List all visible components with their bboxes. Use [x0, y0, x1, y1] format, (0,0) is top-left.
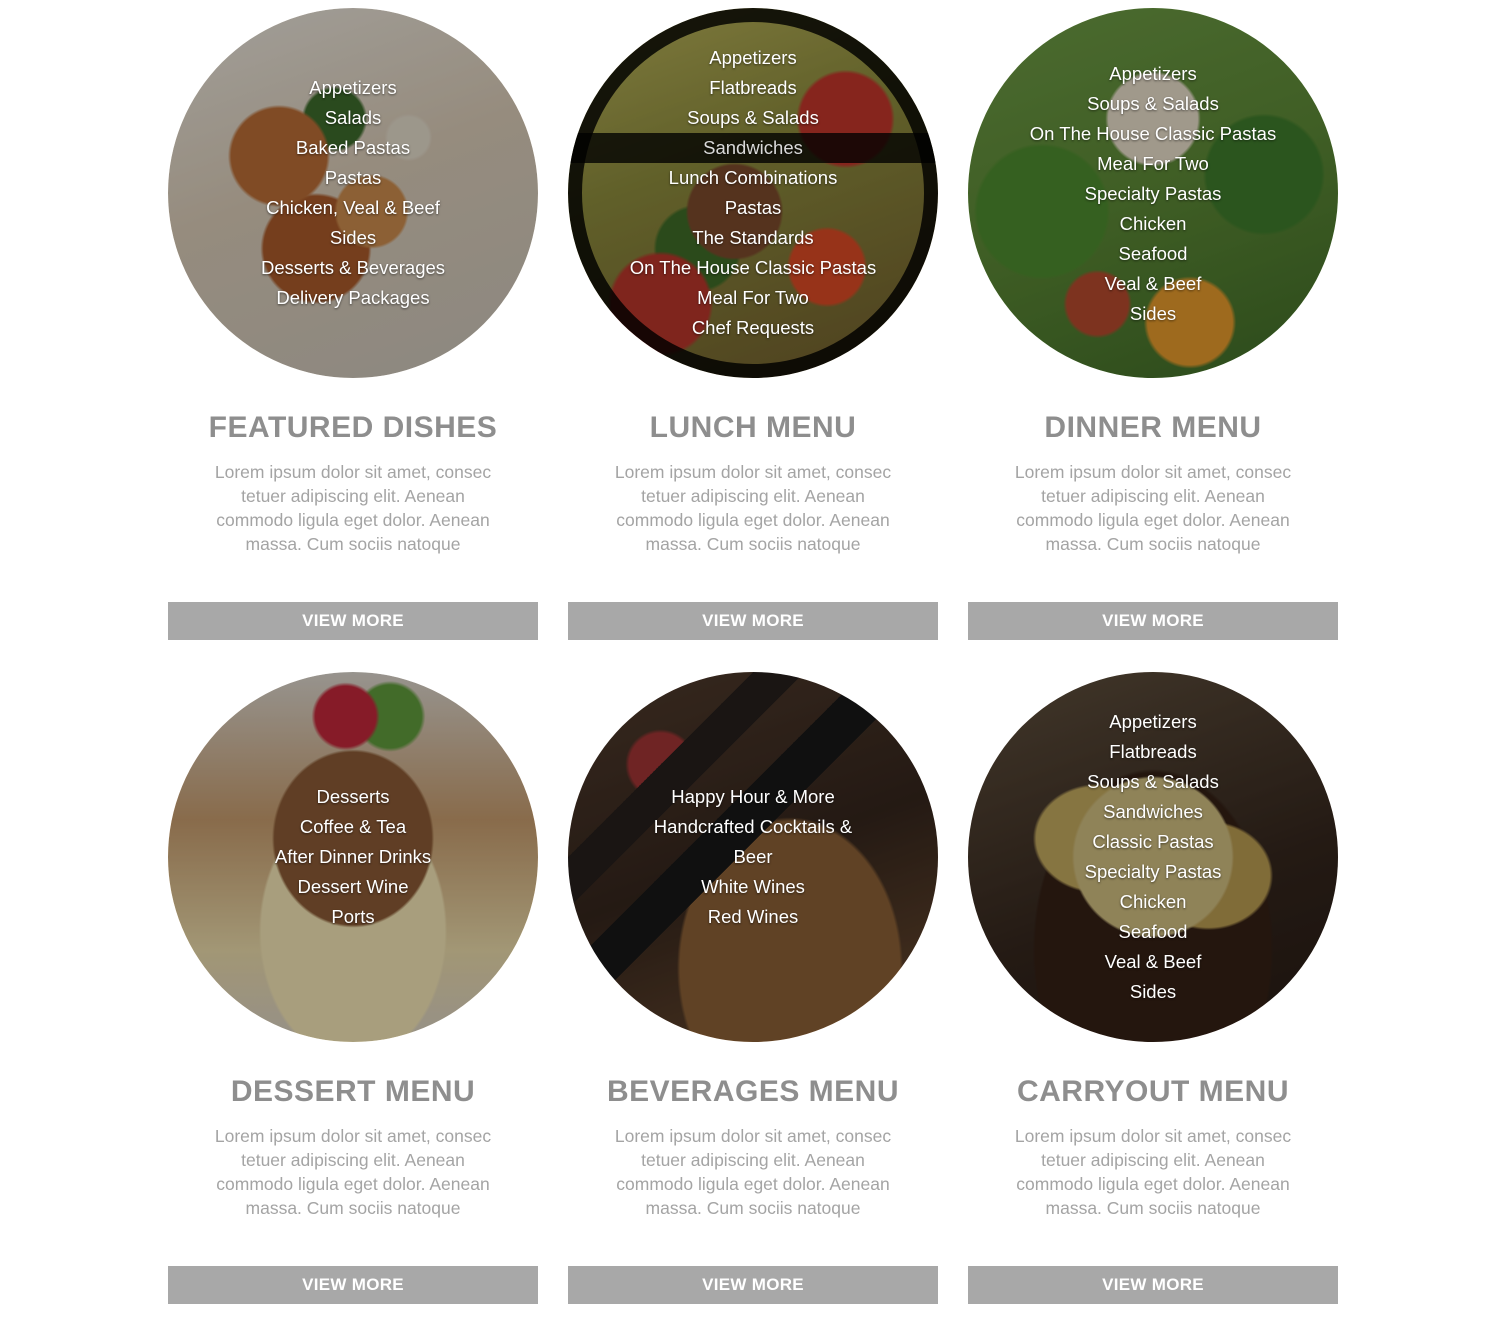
card-title: BEVERAGES MENU	[606, 1075, 900, 1108]
menu-item-flatbreads[interactable]: Flatbreads	[568, 73, 938, 103]
lunch-menu-image: Appetizers Flatbreads Soups & Salads San…	[568, 8, 938, 378]
card-description: Lorem ipsum dolor sit amet, consec tetue…	[1014, 1126, 1292, 1218]
menu-item-seafood[interactable]: Seafood	[968, 917, 1338, 947]
menu-item-appetizers[interactable]: Appetizers	[168, 73, 538, 103]
card-description: Lorem ipsum dolor sit amet, consec tetue…	[614, 462, 892, 554]
view-more-button[interactable]: VIEW MORE	[168, 602, 538, 640]
menu-item-appetizers[interactable]: Appetizers	[968, 59, 1338, 89]
menu-item-sides[interactable]: Sides	[168, 223, 538, 253]
dinner-menu-image: Appetizers Soups & Salads On The House C…	[968, 8, 1338, 378]
menu-item-veal-beef[interactable]: Veal & Beef	[968, 947, 1338, 977]
menu-item-pastas[interactable]: Pastas	[568, 193, 938, 223]
menu-item-sides[interactable]: Sides	[968, 977, 1338, 1007]
menu-item-desserts[interactable]: Desserts	[168, 782, 538, 812]
beverages-menu-image: Happy Hour & More Handcrafted Cocktails …	[568, 672, 938, 1042]
view-more-button[interactable]: VIEW MORE	[568, 1266, 938, 1304]
menu-item-chicken-veal-beef[interactable]: Chicken, Veal & Beef	[168, 193, 538, 223]
dinner-menu-menu-list: Appetizers Soups & Salads On The House C…	[968, 59, 1338, 329]
menu-item-sandwiches[interactable]: Sandwiches	[568, 133, 938, 163]
card-lunch-menu: Appetizers Flatbreads Soups & Salads San…	[568, 8, 938, 640]
menu-item-happy-hour-more[interactable]: Happy Hour & More	[568, 782, 938, 812]
carryout-menu-menu-list: Appetizers Flatbreads Soups & Salads San…	[968, 707, 1338, 1007]
carryout-menu-image: Appetizers Flatbreads Soups & Salads San…	[968, 672, 1338, 1042]
card-description: Lorem ipsum dolor sit amet, consec tetue…	[1014, 462, 1292, 554]
menu-item-handcrafted-cocktails[interactable]: Handcrafted Cocktails &	[568, 812, 938, 842]
menu-item-seafood[interactable]: Seafood	[968, 239, 1338, 269]
menu-item-salads[interactable]: Salads	[168, 103, 538, 133]
card-description: Lorem ipsum dolor sit amet, consec tetue…	[214, 1126, 492, 1218]
featured-dishes-image: Appetizers Salads Baked Pastas Pastas Ch…	[168, 8, 538, 378]
beverages-menu-menu-list: Happy Hour & More Handcrafted Cocktails …	[568, 782, 938, 932]
card-dinner-menu: Appetizers Soups & Salads On The House C…	[968, 8, 1338, 640]
menu-item-white-wines[interactable]: White Wines	[568, 872, 938, 902]
menu-item-specialty-pastas[interactable]: Specialty Pastas	[968, 857, 1338, 887]
menu-item-appetizers[interactable]: Appetizers	[568, 43, 938, 73]
menu-item-chef-requests[interactable]: Chef Requests	[568, 313, 938, 343]
menu-item-appetizers[interactable]: Appetizers	[968, 707, 1338, 737]
card-title: DINNER MENU	[1044, 411, 1262, 444]
menu-item-soups-salads[interactable]: Soups & Salads	[568, 103, 938, 133]
menu-item-coffee-tea[interactable]: Coffee & Tea	[168, 812, 538, 842]
card-description: Lorem ipsum dolor sit amet, consec tetue…	[614, 1126, 892, 1218]
menu-item-dessert-wine[interactable]: Dessert Wine	[168, 872, 538, 902]
menu-item-chicken[interactable]: Chicken	[968, 887, 1338, 917]
menu-item-soups-salads[interactable]: Soups & Salads	[968, 89, 1338, 119]
card-title: DESSERT MENU	[230, 1075, 476, 1108]
view-more-button[interactable]: VIEW MORE	[968, 1266, 1338, 1304]
menu-item-delivery-packages[interactable]: Delivery Packages	[168, 283, 538, 313]
menu-item-sides[interactable]: Sides	[968, 299, 1338, 329]
menu-item-on-the-house-classic-pastas[interactable]: On The House Classic Pastas	[568, 253, 938, 283]
card-dessert-menu: Desserts Coffee & Tea After Dinner Drink…	[168, 672, 538, 1304]
view-more-button[interactable]: VIEW MORE	[968, 602, 1338, 640]
menu-item-the-standards[interactable]: The Standards	[568, 223, 938, 253]
card-title: CARRYOUT MENU	[1016, 1075, 1290, 1108]
menu-item-after-dinner-drinks[interactable]: After Dinner Drinks	[168, 842, 538, 872]
featured-dishes-menu-list: Appetizers Salads Baked Pastas Pastas Ch…	[168, 73, 538, 313]
menu-item-meal-for-two[interactable]: Meal For Two	[568, 283, 938, 313]
card-beverages-menu: Happy Hour & More Handcrafted Cocktails …	[568, 672, 938, 1304]
menu-item-red-wines[interactable]: Red Wines	[568, 902, 938, 932]
menu-item-baked-pastas[interactable]: Baked Pastas	[168, 133, 538, 163]
menu-item-meal-for-two[interactable]: Meal For Two	[968, 149, 1338, 179]
card-carryout-menu: Appetizers Flatbreads Soups & Salads San…	[968, 672, 1338, 1304]
menu-item-desserts-beverages[interactable]: Desserts & Beverages	[168, 253, 538, 283]
card-title: FEATURED DISHES	[208, 411, 498, 444]
menu-item-veal-beef[interactable]: Veal & Beef	[968, 269, 1338, 299]
card-title: LUNCH MENU	[649, 411, 857, 444]
menu-item-classic-pastas[interactable]: Classic Pastas	[968, 827, 1338, 857]
menu-item-lunch-combinations[interactable]: Lunch Combinations	[568, 163, 938, 193]
dessert-menu-image: Desserts Coffee & Tea After Dinner Drink…	[168, 672, 538, 1042]
menu-item-on-the-house-classic-pastas[interactable]: On The House Classic Pastas	[968, 119, 1338, 149]
card-description: Lorem ipsum dolor sit amet, consec tetue…	[214, 462, 492, 554]
dessert-menu-menu-list: Desserts Coffee & Tea After Dinner Drink…	[168, 782, 538, 932]
menu-item-sandwiches[interactable]: Sandwiches	[968, 797, 1338, 827]
menu-item-specialty-pastas[interactable]: Specialty Pastas	[968, 179, 1338, 209]
view-more-button[interactable]: VIEW MORE	[168, 1266, 538, 1304]
menu-item-flatbreads[interactable]: Flatbreads	[968, 737, 1338, 767]
view-more-button[interactable]: VIEW MORE	[568, 602, 938, 640]
menu-item-ports[interactable]: Ports	[168, 902, 538, 932]
menu-item-soups-salads[interactable]: Soups & Salads	[968, 767, 1338, 797]
card-featured-dishes: Appetizers Salads Baked Pastas Pastas Ch…	[168, 8, 538, 640]
menu-item-chicken[interactable]: Chicken	[968, 209, 1338, 239]
lunch-menu-menu-list: Appetizers Flatbreads Soups & Salads San…	[568, 43, 938, 343]
menu-item-beer[interactable]: Beer	[568, 842, 938, 872]
menu-item-pastas[interactable]: Pastas	[168, 163, 538, 193]
